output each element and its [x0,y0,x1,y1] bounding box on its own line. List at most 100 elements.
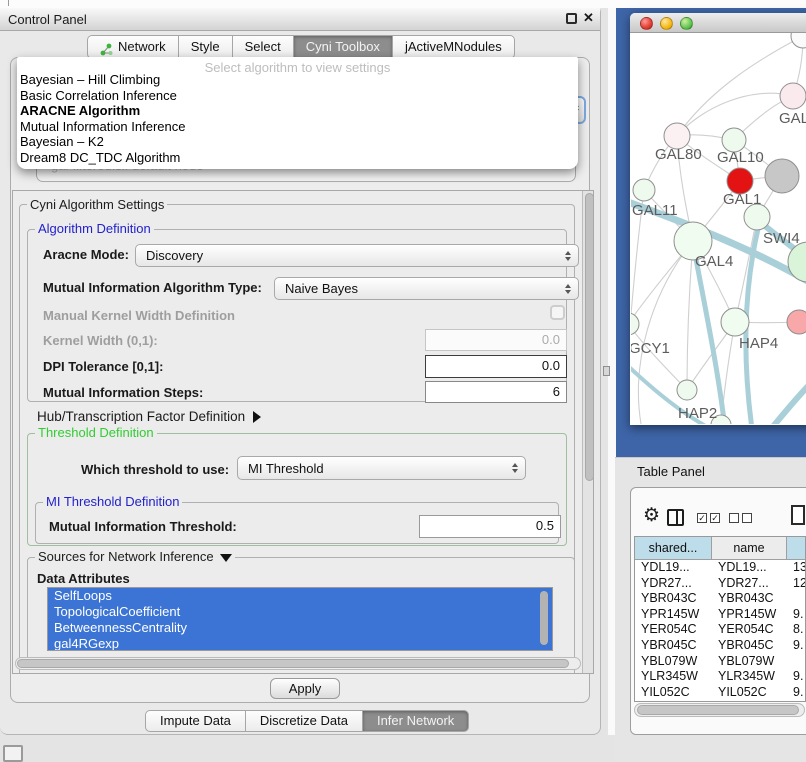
attribute-item[interactable]: TopologicalCoefficient [48,604,552,620]
network-window-titlebar[interactable] [630,13,806,33]
node-label-gal11: GAL11 [632,202,678,219]
table-cell: YIL052C [712,685,787,701]
tab-discretize-data[interactable]: Discretize Data [245,710,363,732]
network-node-salmon-node[interactable] [787,310,806,334]
algorithm-option[interactable]: Dream8 DC_TDC Algorithm [17,150,578,166]
table-row[interactable]: YBR043CYBR043C [635,591,805,607]
table-row[interactable]: YBR045CYBR045C9. [635,638,805,654]
table-header-row: shared...name [635,537,805,560]
attribute-item[interactable]: BetweennessCentrality [48,620,552,636]
table-row[interactable]: YER054CYER054C8. [635,622,805,638]
node-label-hap4: HAP4 [739,335,778,352]
table-scrollbar-thumb[interactable] [637,705,799,715]
hub-definition-toggle[interactable]: Hub/Transcription Factor Definition [37,409,261,424]
table-cell: YER054C [635,622,712,638]
table-horizontal-scrollbar[interactable] [634,703,805,717]
which-threshold-value: MI Threshold [248,461,324,476]
minimized-panel-icon[interactable] [3,745,23,762]
attribute-item[interactable]: SelfLoops [48,588,552,604]
network-node-gal-right[interactable] [780,83,806,109]
node-label-gal1: GAL1 [723,191,761,208]
table-cell: YDR27... [635,576,712,592]
node-label-gal80: GAL80 [655,146,702,163]
table-row[interactable]: YDR27...YDR27...12 [635,576,805,592]
close-icon[interactable]: ✕ [583,10,594,26]
column-header[interactable] [787,537,806,559]
network-edge[interactable] [631,324,687,390]
tab-label: jActiveMNodules [405,36,502,58]
column-view-icon[interactable] [667,509,684,526]
table-row[interactable]: YBL079WYBL079W [635,654,805,670]
algorithm-option[interactable]: Bayesian – K2 [17,134,578,150]
algorithm-option[interactable]: Basic Correlation Inference [17,88,578,104]
network-node-node-partial-top[interactable] [791,33,806,48]
horizontal-scrollbar[interactable] [15,657,581,670]
collapsed-arrow-icon [253,411,261,423]
column-header[interactable]: name [712,537,787,559]
tab-network[interactable]: Network [87,35,179,59]
tab-infer-network[interactable]: Infer Network [362,710,469,732]
kernel-width-field[interactable]: 0.0 [425,329,567,351]
algorithm-placeholder: Select algorithm to view settings [17,57,578,72]
table-row[interactable]: YLR345WYLR345W9. [635,669,805,685]
table-cell: 9. [787,685,806,701]
node-label-gal-right: GAL [779,110,806,127]
column-header[interactable]: shared... [635,537,712,559]
threshold-definition-title: Threshold Definition [35,425,157,440]
kernel-width-label: Kernel Width (0,1): [43,333,158,348]
which-threshold-combobox[interactable]: MI Threshold [237,456,526,480]
sources-toggle[interactable]: Sources for Network Inference [35,549,235,564]
list-scrollbar-thumb[interactable] [540,591,548,645]
table-panel-title: Table Panel [637,464,705,479]
tab-impute-data[interactable]: Impute Data [145,710,246,732]
close-window-icon[interactable] [640,17,653,30]
splitter-grip[interactable] [603,366,610,376]
document-icon[interactable] [791,505,805,525]
settings-gear-icon[interactable]: ⚙ [643,506,660,525]
network-edge[interactable] [687,241,693,390]
manual-kernel-checkbox[interactable] [550,305,565,320]
deselect-all-checkboxes-icon[interactable] [729,513,752,523]
attribute-item[interactable]: gal4RGexp [48,636,552,651]
network-node-hap2[interactable] [677,380,697,400]
node-label-hap2: HAP2 [678,405,717,422]
hub-definition-label: Hub/Transcription Factor Definition [37,409,245,424]
network-node-gray-node[interactable] [765,159,799,193]
network-node-hap4[interactable] [721,308,749,336]
frame-tick [8,0,9,6]
table-row[interactable]: YIL052CYIL052C9. [635,685,805,701]
aracne-mode-combobox[interactable]: Discovery [135,244,579,267]
network-node-gal11[interactable] [633,179,655,201]
vertical-scrollbar[interactable] [582,191,594,674]
minimize-window-icon[interactable] [660,17,673,30]
algorithm-option[interactable]: Mutual Information Inference [17,119,578,135]
node-label-gal10: GAL10 [717,149,764,166]
mi-steps-field[interactable]: 6 [425,381,567,403]
table-row[interactable]: YPR145WYPR145W9. [635,607,805,623]
tab-cyni-toolbox[interactable]: Cyni Toolbox [293,35,393,59]
network-node-gcy1[interactable] [631,313,639,335]
table-cell: YLR345W [712,669,787,685]
select-all-checkboxes-icon[interactable]: ✓✓ [697,513,720,523]
tab-style[interactable]: Style [178,35,233,59]
data-attributes-list[interactable]: SelfLoopsTopologicalCoefficientBetweenne… [47,587,553,651]
vertical-scrollbar-thumb[interactable] [585,193,594,481]
table-cell [787,591,806,607]
mi-threshold-field[interactable]: 0.5 [419,515,561,538]
network-canvas[interactable]: GALGAL80GAL10GAL1GAL11GAL4SWI4HAP4YGCY1H… [631,33,806,424]
aracne-mode-value: Discovery [146,248,203,263]
algorithm-option[interactable]: ARACNE Algorithm [17,103,578,119]
zoom-window-icon[interactable] [680,17,693,30]
tab-jactivemnodules[interactable]: jActiveMNodules [392,35,515,59]
network-edge-strong[interactable] [771,381,806,424]
table-row[interactable]: YDL19...YDL19...13 [635,560,805,576]
node-label-swi4: SWI4 [763,230,800,247]
float-window-icon[interactable] [566,13,577,24]
table-cell: 9. [787,669,806,685]
apply-button[interactable]: Apply [270,678,340,699]
horizontal-scrollbar-thumb[interactable] [17,659,569,668]
dpi-tolerance-field[interactable]: 0.0 [425,355,567,378]
tab-select[interactable]: Select [232,35,294,59]
cyni-settings-title: Cyni Algorithm Settings [27,197,167,212]
mi-type-combobox[interactable]: Naive Bayes [274,277,579,300]
